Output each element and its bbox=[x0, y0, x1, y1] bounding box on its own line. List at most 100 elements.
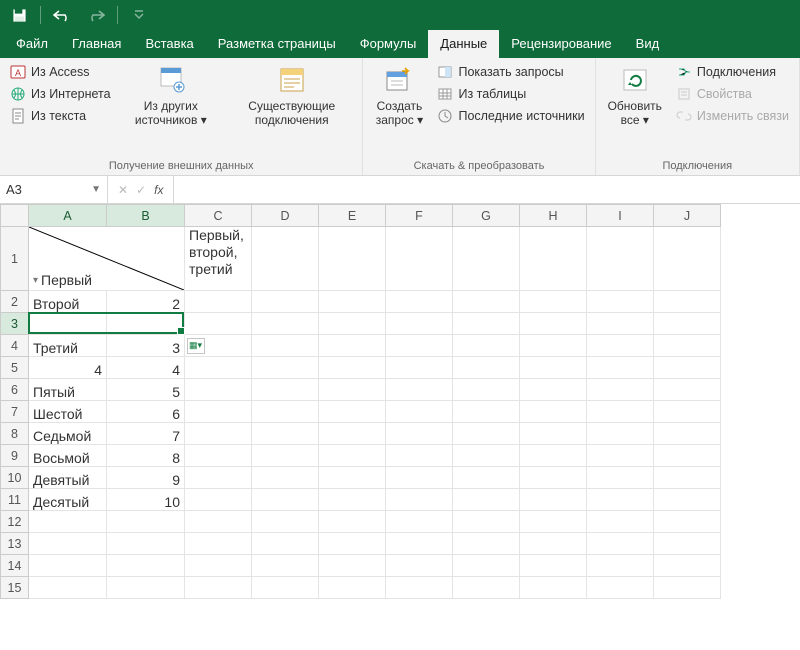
cell-J10[interactable] bbox=[654, 467, 721, 489]
cell-J12[interactable] bbox=[654, 511, 721, 533]
cell-A15[interactable] bbox=[29, 577, 107, 599]
cell-C6[interactable] bbox=[185, 379, 252, 401]
cell-D14[interactable] bbox=[252, 555, 319, 577]
cell-D2[interactable] bbox=[252, 291, 319, 313]
cell-J11[interactable] bbox=[654, 489, 721, 511]
column-header-J[interactable]: J bbox=[654, 205, 721, 227]
row-header-4[interactable]: 4 bbox=[1, 335, 29, 357]
fx-icon[interactable]: fx bbox=[154, 183, 163, 197]
cell-A1[interactable]: ▾Первый bbox=[29, 227, 185, 291]
cell-D4[interactable] bbox=[252, 335, 319, 357]
cell-D7[interactable] bbox=[252, 401, 319, 423]
cell-B2[interactable]: 2 bbox=[107, 291, 185, 313]
cell-G15[interactable] bbox=[453, 577, 520, 599]
cell-H1[interactable] bbox=[520, 227, 587, 291]
cell-C9[interactable] bbox=[185, 445, 252, 467]
cell-D9[interactable] bbox=[252, 445, 319, 467]
cell-B10[interactable]: 9 bbox=[107, 467, 185, 489]
name-box-dropdown-icon[interactable]: ▼ bbox=[91, 184, 101, 195]
existing-connections-button[interactable]: Существующие подключения bbox=[227, 62, 356, 158]
cell-C1[interactable]: Первый, второй, третий bbox=[185, 227, 252, 291]
cell-F10[interactable] bbox=[386, 467, 453, 489]
cell-I3[interactable] bbox=[587, 313, 654, 335]
column-header-C[interactable]: C bbox=[185, 205, 252, 227]
row-header-2[interactable]: 2 bbox=[1, 291, 29, 313]
name-box[interactable]: A3 ▼ bbox=[0, 176, 108, 203]
cell-A9[interactable]: Восьмой bbox=[29, 445, 107, 467]
cell-J7[interactable] bbox=[654, 401, 721, 423]
undo-button[interactable] bbox=[49, 2, 75, 28]
cell-I6[interactable] bbox=[587, 379, 654, 401]
cell-F7[interactable] bbox=[386, 401, 453, 423]
cell-F13[interactable] bbox=[386, 533, 453, 555]
cell-D5[interactable] bbox=[252, 357, 319, 379]
row-header-5[interactable]: 5 bbox=[1, 357, 29, 379]
cell-A7[interactable]: Шестой bbox=[29, 401, 107, 423]
row-header-1[interactable]: 1 bbox=[1, 227, 29, 291]
cell-F4[interactable] bbox=[386, 335, 453, 357]
cell-F9[interactable] bbox=[386, 445, 453, 467]
cell-J1[interactable] bbox=[654, 227, 721, 291]
cell-I2[interactable] bbox=[587, 291, 654, 313]
column-header-F[interactable]: F bbox=[386, 205, 453, 227]
redo-button[interactable] bbox=[83, 2, 109, 28]
row-header-11[interactable]: 11 bbox=[1, 489, 29, 511]
cell-J14[interactable] bbox=[654, 555, 721, 577]
cell-A3[interactable] bbox=[29, 313, 107, 335]
cell-E3[interactable] bbox=[319, 313, 386, 335]
cell-I14[interactable] bbox=[587, 555, 654, 577]
cell-B8[interactable]: 7 bbox=[107, 423, 185, 445]
cell-E4[interactable] bbox=[319, 335, 386, 357]
cell-E14[interactable] bbox=[319, 555, 386, 577]
cell-H6[interactable] bbox=[520, 379, 587, 401]
cell-I5[interactable] bbox=[587, 357, 654, 379]
cell-H8[interactable] bbox=[520, 423, 587, 445]
cell-B7[interactable]: 6 bbox=[107, 401, 185, 423]
cell-I15[interactable] bbox=[587, 577, 654, 599]
cell-G12[interactable] bbox=[453, 511, 520, 533]
new-query-button[interactable]: Создать запрос ▾ bbox=[369, 62, 429, 158]
cell-C14[interactable] bbox=[185, 555, 252, 577]
cell-F11[interactable] bbox=[386, 489, 453, 511]
from-table-button[interactable]: Из таблицы bbox=[433, 84, 588, 104]
cell-E13[interactable] bbox=[319, 533, 386, 555]
column-header-A[interactable]: A bbox=[29, 205, 107, 227]
cell-I12[interactable] bbox=[587, 511, 654, 533]
cell-B14[interactable] bbox=[107, 555, 185, 577]
row-header-9[interactable]: 9 bbox=[1, 445, 29, 467]
cell-F5[interactable] bbox=[386, 357, 453, 379]
cell-I9[interactable] bbox=[587, 445, 654, 467]
cell-C2[interactable] bbox=[185, 291, 252, 313]
cell-G2[interactable] bbox=[453, 291, 520, 313]
cell-F15[interactable] bbox=[386, 577, 453, 599]
row-header-7[interactable]: 7 bbox=[1, 401, 29, 423]
from-text-button[interactable]: Из текста bbox=[6, 106, 115, 126]
row-header-13[interactable]: 13 bbox=[1, 533, 29, 555]
formula-bar[interactable] bbox=[174, 176, 800, 203]
column-header-D[interactable]: D bbox=[252, 205, 319, 227]
row-header-10[interactable]: 10 bbox=[1, 467, 29, 489]
cell-A10[interactable]: Девятый bbox=[29, 467, 107, 489]
row-header-6[interactable]: 6 bbox=[1, 379, 29, 401]
cell-H12[interactable] bbox=[520, 511, 587, 533]
cell-I4[interactable] bbox=[587, 335, 654, 357]
cell-I10[interactable] bbox=[587, 467, 654, 489]
cell-D13[interactable] bbox=[252, 533, 319, 555]
cell-I8[interactable] bbox=[587, 423, 654, 445]
column-header-G[interactable]: G bbox=[453, 205, 520, 227]
column-header-I[interactable]: I bbox=[587, 205, 654, 227]
cell-C11[interactable] bbox=[185, 489, 252, 511]
tab-page-layout[interactable]: Разметка страницы bbox=[206, 30, 348, 58]
cell-H3[interactable] bbox=[520, 313, 587, 335]
cell-F14[interactable] bbox=[386, 555, 453, 577]
cell-J3[interactable] bbox=[654, 313, 721, 335]
cell-C13[interactable] bbox=[185, 533, 252, 555]
cell-J8[interactable] bbox=[654, 423, 721, 445]
row-header-14[interactable]: 14 bbox=[1, 555, 29, 577]
worksheet-grid[interactable]: ABCDEFGHIJ1▾ПервыйПервый, второй, третий… bbox=[0, 204, 800, 650]
cell-D3[interactable] bbox=[252, 313, 319, 335]
cell-E6[interactable] bbox=[319, 379, 386, 401]
tab-review[interactable]: Рецензирование bbox=[499, 30, 623, 58]
row-header-15[interactable]: 15 bbox=[1, 577, 29, 599]
cell-C12[interactable] bbox=[185, 511, 252, 533]
